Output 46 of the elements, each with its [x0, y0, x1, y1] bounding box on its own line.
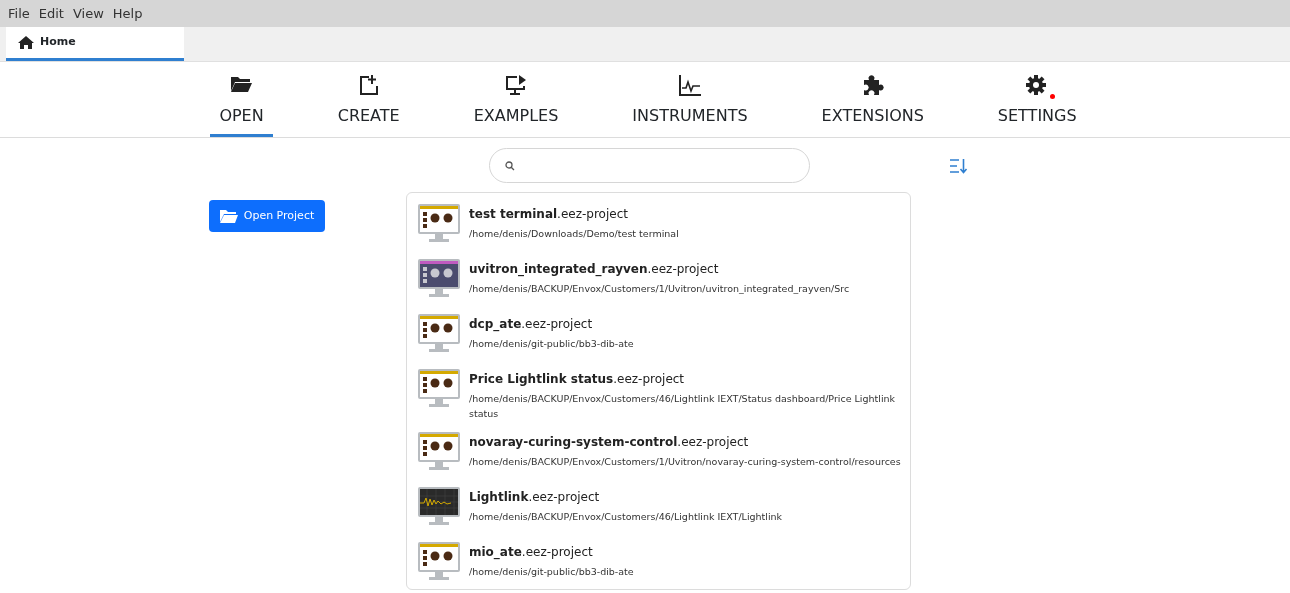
- project-item[interactable]: Lightlink.eez-project /home/denis/BACKUP/Envox/Customers/46/Lightlink IEXT/Lightlink: [417, 486, 910, 531]
- project-path: /home/denis/BACKUP/Envox/Customers/46/Lightlink IEXT/Status dashboard/Price Lightlink status: [469, 392, 897, 421]
- nav-tab[interactable]: INSTRUMENTS: [623, 104, 757, 137]
- monitor-icon: [417, 368, 461, 408]
- project-item[interactable]: novaray-curing-system-control.eez-project /home/denis/BACKUP/Envox/Customers/1/Uvitron/novaray-curing-system-control/resources: [417, 431, 910, 476]
- project-title: Lightlink.eez-project: [469, 489, 601, 506]
- project-item[interactable]: mio_ate.eez-project /home/denis/git-public/bb3-dib-ate: [417, 541, 910, 586]
- project-title: uvitron_integrated_rayven.eez-project: [469, 261, 720, 278]
- project-item[interactable]: test terminal.eez-project /home/denis/Downloads/Demo/test terminal: [417, 203, 910, 248]
- monitor-icon: [417, 203, 461, 243]
- nav-tab[interactable]: OPEN: [210, 104, 273, 137]
- chart-icon: [677, 73, 702, 97]
- project-title: test terminal.eez-project: [469, 206, 629, 223]
- project-path: /home/denis/git-public/bb3-dib-ate: [469, 337, 634, 351]
- project-path: /home/denis/BACKUP/Envox/Customers/1/Uvitron/novaray-curing-system-control/resources: [469, 455, 901, 469]
- menu-item[interactable]: Edit: [38, 3, 64, 24]
- project-title: Price Lightlink status.eez-project: [469, 371, 686, 388]
- open-project-button[interactable]: Open Project: [209, 200, 325, 232]
- folder-icon: [219, 209, 238, 223]
- project-path: /home/denis/git-public/bb3-dib-ate: [469, 565, 634, 579]
- project-item[interactable]: dcp_ate.eez-project /home/denis/git-public/bb3-dib-ate: [417, 313, 910, 358]
- project-title: mio_ate.eez-project: [469, 544, 594, 561]
- menu-item[interactable]: View: [72, 3, 104, 24]
- home-icon: [18, 36, 34, 49]
- nav-tab[interactable]: SETTINGS: [988, 104, 1086, 137]
- home-tab[interactable]: Home: [6, 27, 184, 61]
- sort-icon[interactable]: [949, 157, 968, 174]
- project-path: /home/denis/Downloads/Demo/test terminal: [469, 227, 679, 241]
- project-title: dcp_ate.eez-project: [469, 316, 594, 333]
- monitor-icon: [417, 258, 461, 298]
- monitor-icon: [417, 313, 461, 353]
- project-path: /home/denis/BACKUP/Envox/Customers/1/Uvitron/uvitron_integrated_rayven/Src: [469, 282, 850, 296]
- project-title: novaray-curing-system-control.eez-project: [469, 434, 750, 451]
- menu-item[interactable]: File: [8, 3, 30, 24]
- monitor-play-icon: [504, 73, 528, 97]
- project-item[interactable]: uvitron_integrated_rayven.eez-project /home/denis/BACKUP/Envox/Customers/1/Uvitron/uvitron_integrated_rayven/Src: [417, 258, 910, 303]
- monitor-icon: [417, 431, 461, 471]
- nav-tab[interactable]: EXTENSIONS: [812, 104, 933, 137]
- project-path: /home/denis/BACKUP/Envox/Customers/46/Lightlink IEXT/Lightlink: [469, 510, 783, 524]
- nav-tab[interactable]: EXAMPLES: [464, 104, 568, 137]
- search-icon: [505, 160, 515, 171]
- project-item[interactable]: Price Lightlink status.eez-project /home/denis/BACKUP/Envox/Customers/46/Lightlink IEXT/Status dashboard/Price Lightlink status: [417, 368, 910, 421]
- monitor-icon: [417, 541, 461, 581]
- nav-tab[interactable]: CREATE: [328, 104, 409, 137]
- menu-item[interactable]: Help: [112, 3, 143, 24]
- monitor-icon: [417, 486, 461, 526]
